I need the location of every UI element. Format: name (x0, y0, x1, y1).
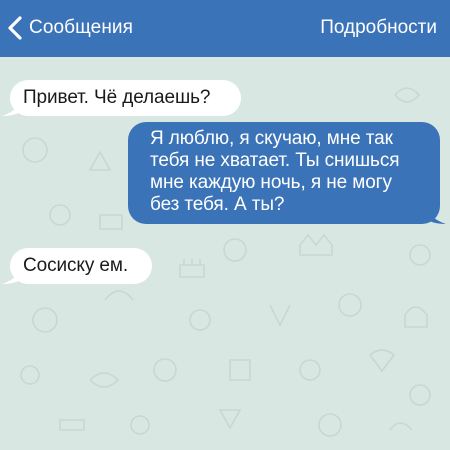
incoming-message-bubble[interactable]: Привет. Чё делаешь? (10, 80, 241, 116)
navigation-bar: Сообщения Подробности (0, 0, 450, 57)
outgoing-message-bubble[interactable]: Я люблю, я скучаю, мне так тебя не хвата… (128, 122, 440, 224)
incoming-message-bubble[interactable]: Сосиску ем. (10, 248, 152, 284)
chevron-left-icon (8, 16, 22, 40)
chat-background-pattern (20, 80, 431, 437)
back-button-label: Сообщения (29, 17, 134, 38)
details-button[interactable]: Подробности (320, 13, 437, 43)
back-button[interactable]: Сообщения (5, 13, 133, 43)
messages-screen: Сообщения Подробности Привет. Чё делаешь… (0, 0, 450, 450)
